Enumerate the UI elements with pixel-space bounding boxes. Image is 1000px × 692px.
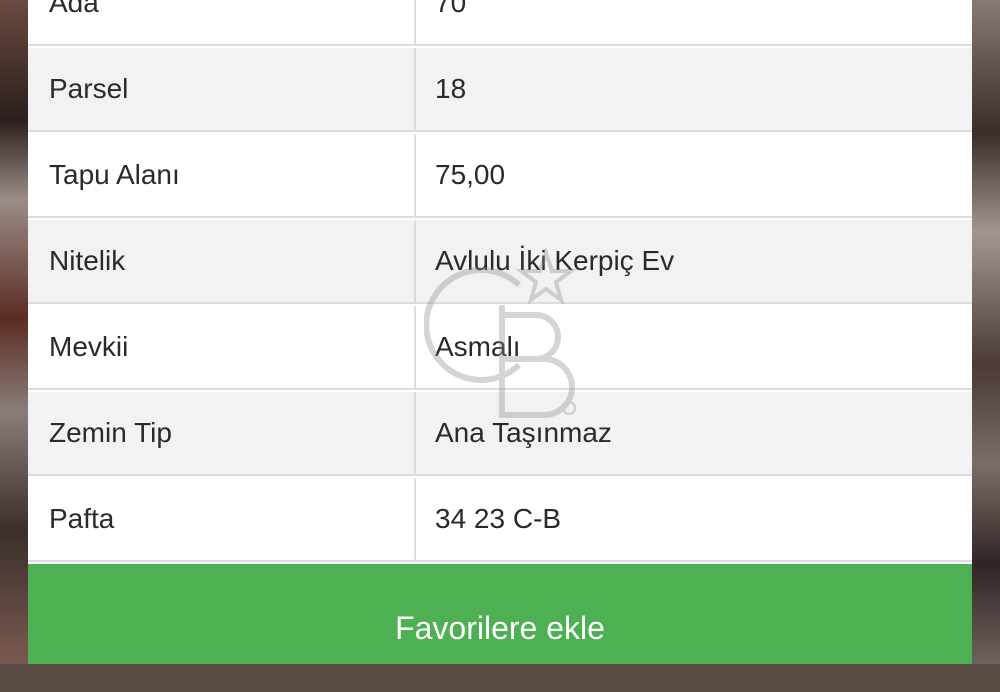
row-label: Zemin Tip [49, 417, 172, 448]
background-right-edge [970, 0, 1000, 664]
row-value: 18 [435, 73, 467, 104]
column-divider [414, 134, 416, 216]
row-value: Avlulu İki Kerpiç Ev [435, 245, 675, 276]
row-label: Mevkii [49, 331, 129, 362]
table-row-parsel: Parsel 18 [28, 48, 972, 132]
row-label: Pafta [49, 503, 115, 534]
row-label: Tapu Alanı [49, 159, 180, 190]
row-value: 34 23 C-B [435, 503, 562, 534]
row-value: 75,00 [435, 159, 506, 190]
row-value: Ana Taşınmaz [435, 417, 612, 448]
table-row-zemin-tip: Zemin Tip Ana Taşınmaz [28, 392, 972, 476]
row-value: Asmalı [435, 331, 521, 362]
row-value: 70 [435, 0, 467, 18]
table-row-tapu-alani: Tapu Alanı 75,00 [28, 134, 972, 218]
row-label: Nitelik [49, 245, 126, 276]
row-label: Parsel [49, 73, 129, 104]
table-row-mevkii: Mevkii Asmalı [28, 306, 972, 390]
column-divider [414, 48, 416, 130]
column-divider [414, 392, 416, 474]
row-label: Ada [49, 0, 99, 18]
column-divider [414, 306, 416, 388]
table-row-ada: Ada 70 [28, 0, 972, 46]
table-row-nitelik: Nitelik Avlulu İki Kerpiç Ev [28, 220, 972, 304]
column-divider [414, 478, 416, 560]
add-to-favorites-button[interactable]: Favorilere ekle [28, 564, 972, 664]
table-row-pafta: Pafta 34 23 C-B [28, 478, 972, 562]
column-divider [414, 0, 416, 44]
column-divider [414, 220, 416, 302]
background-left-edge [0, 0, 30, 664]
